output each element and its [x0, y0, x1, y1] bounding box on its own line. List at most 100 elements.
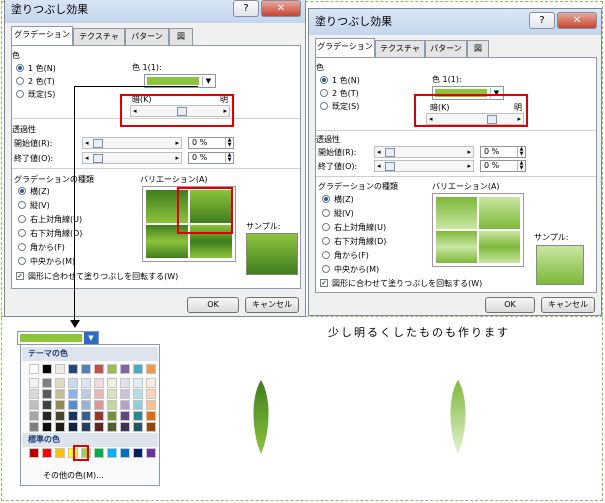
theme-color-swatch[interactable] [120, 400, 130, 410]
theme-color-swatch[interactable] [81, 411, 91, 421]
theme-color-swatch[interactable] [29, 364, 39, 374]
radio-diagonal-down[interactable] [322, 237, 330, 245]
variation-tile[interactable] [478, 230, 521, 264]
slider-thumb[interactable] [385, 162, 395, 171]
theme-color-swatch[interactable] [94, 422, 104, 432]
slider-left-arrow-icon[interactable]: ◂ [85, 138, 89, 148]
transparency-start-input[interactable]: 0 % ▲ ▼ [480, 146, 526, 158]
theme-color-swatch[interactable] [133, 400, 143, 410]
transparency-start-input[interactable]: 0 % ▲ ▼ [188, 137, 234, 149]
slider-thumb[interactable] [93, 139, 103, 148]
slider-right-arrow-icon[interactable]: ▸ [175, 138, 179, 148]
theme-color-swatch[interactable] [107, 364, 117, 374]
standard-color-swatch[interactable] [29, 448, 39, 458]
slider-left-arrow-icon[interactable]: ◂ [377, 161, 381, 171]
theme-color-swatch[interactable] [29, 422, 39, 432]
tab-pattern[interactable]: パターン [125, 28, 169, 45]
fill-color-button[interactable]: ▼ [17, 331, 99, 345]
theme-color-swatch[interactable] [42, 364, 52, 374]
theme-color-swatch[interactable] [68, 364, 78, 374]
theme-color-swatch[interactable] [55, 378, 65, 388]
theme-color-swatch[interactable] [94, 378, 104, 388]
theme-color-swatch[interactable] [120, 378, 130, 388]
slider-right-arrow-icon[interactable]: ▸ [467, 147, 471, 157]
theme-color-swatch[interactable] [42, 378, 52, 388]
radio-from-corner[interactable] [322, 251, 330, 259]
theme-color-swatch[interactable] [107, 389, 117, 399]
standard-color-swatch[interactable] [133, 448, 143, 458]
radio-two-colors[interactable] [320, 89, 328, 97]
theme-color-swatch[interactable] [55, 364, 65, 374]
radio-from-corner[interactable] [18, 243, 26, 251]
theme-color-swatch[interactable] [29, 389, 39, 399]
theme-color-swatch[interactable] [146, 364, 156, 374]
slider-left-arrow-icon[interactable]: ◂ [377, 147, 381, 157]
theme-color-swatch[interactable] [55, 400, 65, 410]
spinner-icon[interactable]: ▲ ▼ [517, 161, 525, 171]
spinner-icon[interactable]: ▲ ▼ [517, 147, 525, 157]
theme-color-swatch[interactable] [81, 422, 91, 432]
ok-button[interactable]: OK [485, 297, 535, 313]
theme-color-swatch[interactable] [42, 422, 52, 432]
variation-tile[interactable] [478, 196, 521, 230]
theme-color-swatch[interactable] [68, 389, 78, 399]
slider-left-arrow-icon[interactable]: ◂ [85, 153, 89, 163]
standard-color-swatch[interactable] [55, 448, 65, 458]
radio-preset[interactable] [320, 102, 328, 110]
theme-color-swatch[interactable] [120, 364, 130, 374]
ok-button[interactable]: OK [187, 297, 239, 313]
more-colors-link[interactable]: その他の色(M)... [43, 470, 104, 481]
cancel-button[interactable]: キャンセル [245, 297, 299, 313]
theme-color-swatch[interactable] [68, 422, 78, 432]
theme-color-swatch[interactable] [133, 411, 143, 421]
theme-color-swatch[interactable] [81, 400, 91, 410]
transparency-start-slider[interactable]: ◂ ▸ [374, 146, 474, 158]
theme-color-swatch[interactable] [29, 400, 39, 410]
radio-from-center[interactable] [18, 257, 26, 265]
theme-color-swatch[interactable] [81, 389, 91, 399]
slider-thumb[interactable] [93, 154, 103, 163]
theme-color-swatch[interactable] [107, 400, 117, 410]
radio-diagonal-up[interactable] [18, 215, 26, 223]
theme-color-swatch[interactable] [42, 400, 52, 410]
theme-color-swatch[interactable] [29, 378, 39, 388]
tab-texture[interactable]: テクスチャ [375, 40, 425, 57]
slider-thumb[interactable] [385, 148, 395, 157]
theme-color-swatch[interactable] [68, 411, 78, 421]
transparency-end-slider[interactable]: ◂ ▸ [374, 160, 474, 172]
standard-color-swatch[interactable] [94, 448, 104, 458]
theme-color-swatch[interactable] [133, 389, 143, 399]
radio-one-color[interactable] [320, 76, 328, 84]
theme-color-swatch[interactable] [146, 389, 156, 399]
standard-color-swatch[interactable] [120, 448, 130, 458]
radio-two-colors[interactable] [16, 77, 24, 85]
radio-diagonal-up[interactable] [322, 223, 330, 231]
tab-gradient[interactable]: グラデーション [11, 26, 73, 45]
theme-color-swatch[interactable] [120, 389, 130, 399]
transparency-end-input[interactable]: 0 % ▲ ▼ [188, 152, 234, 164]
theme-color-swatch[interactable] [42, 389, 52, 399]
standard-color-swatch[interactable] [146, 448, 156, 458]
theme-color-swatch[interactable] [29, 411, 39, 421]
theme-color-swatch[interactable] [42, 411, 52, 421]
rotate-checkbox[interactable]: ✓ [320, 279, 328, 287]
tab-texture[interactable]: テクスチャ [73, 28, 125, 45]
radio-preset[interactable] [16, 90, 24, 98]
close-button[interactable]: ✕ [261, 0, 301, 17]
transparency-end-input[interactable]: 0 % ▲ ▼ [480, 160, 526, 172]
theme-color-swatch[interactable] [107, 422, 117, 432]
close-button[interactable]: ✕ [557, 12, 597, 29]
radio-diagonal-down[interactable] [18, 229, 26, 237]
theme-color-swatch[interactable] [55, 411, 65, 421]
theme-color-swatch[interactable] [94, 389, 104, 399]
transparency-end-slider[interactable]: ◂ ▸ [82, 152, 182, 164]
slider-right-arrow-icon[interactable]: ▸ [467, 161, 471, 171]
radio-vertical[interactable] [322, 209, 330, 217]
tab-pattern[interactable]: パターン [425, 40, 467, 57]
standard-color-swatch[interactable] [42, 448, 52, 458]
tab-picture[interactable]: 図 [467, 40, 489, 57]
theme-color-swatch[interactable] [55, 389, 65, 399]
theme-color-swatch[interactable] [55, 422, 65, 432]
radio-from-center[interactable] [322, 265, 330, 273]
spinner-icon[interactable]: ▲ ▼ [225, 138, 233, 148]
